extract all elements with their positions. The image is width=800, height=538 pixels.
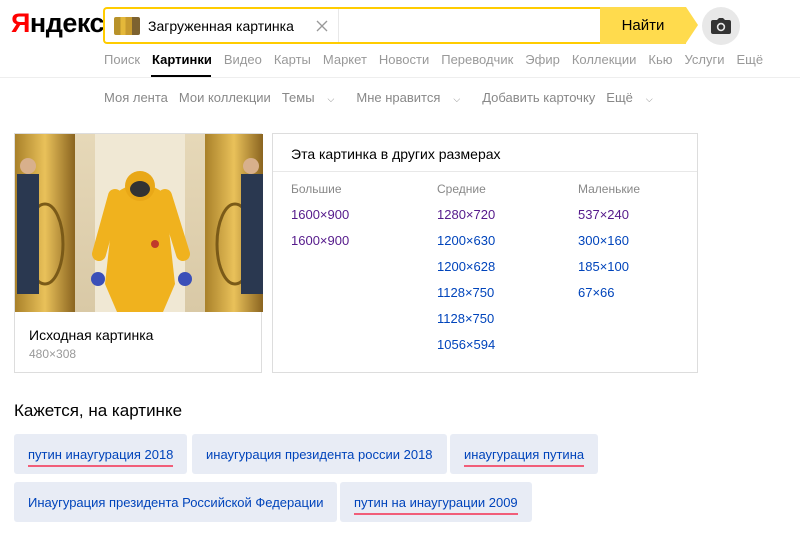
search-button[interactable]: Найти <box>600 7 698 44</box>
nav-maps[interactable]: Карты <box>274 52 311 67</box>
nav-services[interactable]: Услуги <box>685 52 725 67</box>
nav-active-indicator <box>151 75 211 77</box>
original-image-size: 480×308 <box>29 347 77 361</box>
subnav-add-card[interactable]: Добавить карточку <box>482 90 595 105</box>
tag-chip[interactable]: инаугурация президента россии 2018 <box>192 434 447 474</box>
nav-q[interactable]: Кью <box>648 52 672 67</box>
size-link[interactable]: 1128×750 <box>437 280 495 306</box>
original-image[interactable] <box>15 134 263 312</box>
nav-video[interactable]: Видео <box>224 52 262 67</box>
size-link[interactable]: 537×240 <box>578 202 640 228</box>
uploaded-image-thumbnail <box>114 16 140 35</box>
subnav-collections[interactable]: Мои коллекции <box>179 90 271 105</box>
tag-label: путин инаугурация 2018 <box>28 446 174 467</box>
nav-market[interactable]: Маркет <box>323 52 367 67</box>
small-sizes-label: Маленькие <box>578 182 640 196</box>
nav-translate[interactable]: Переводчик <box>441 52 513 67</box>
chevron-down-icon: ⌵ <box>327 94 335 104</box>
size-link[interactable]: 1280×720 <box>437 202 495 228</box>
images-subnav: Моя лента Мои коллекции Темы ⌵ Мне нравит… <box>104 90 675 105</box>
camera-search-button[interactable] <box>702 7 740 45</box>
tag-label: Инаугурация президента Российской Федера… <box>28 494 324 510</box>
medium-sizes-label: Средние <box>437 182 486 196</box>
camera-icon <box>711 18 731 34</box>
subnav-feed[interactable]: Моя лента <box>104 90 168 105</box>
size-link[interactable]: 67×66 <box>578 280 640 306</box>
nav-more[interactable]: Ещё <box>736 52 763 67</box>
tag-chip[interactable]: инаугурация путина <box>450 434 599 474</box>
size-link[interactable]: 300×160 <box>578 228 640 254</box>
other-sizes-divider <box>273 171 697 172</box>
tags-heading: Кажется, на картинке <box>14 401 183 420</box>
size-link[interactable]: 1200×630 <box>437 228 495 254</box>
uploaded-image-chip[interactable]: Загруженная картинка <box>105 9 339 42</box>
nav-efir[interactable]: Эфир <box>525 52 560 67</box>
search-bar: Загруженная картинка Найти <box>103 7 698 44</box>
other-sizes-title: Эта картинка в других размерах <box>291 146 501 162</box>
tag-chip[interactable]: путин на инаугурации 2009 <box>340 482 532 522</box>
size-link[interactable]: 1600×900 <box>291 228 349 254</box>
search-input[interactable]: Загруженная картинка <box>103 7 600 44</box>
original-image-title[interactable]: Исходная картинка <box>29 327 153 343</box>
size-link[interactable]: 1128×750 <box>437 306 495 332</box>
nav-images[interactable]: Картинки <box>152 52 212 67</box>
subnav-themes[interactable]: Темы ⌵ <box>282 90 346 105</box>
nav-collections[interactable]: Коллекции <box>572 52 637 67</box>
original-image-card[interactable]: Исходная картинка 480×308 <box>14 133 263 373</box>
subnav-likes[interactable]: Мне нравится ⌵ <box>356 90 471 105</box>
size-link[interactable]: 1600×900 <box>291 202 349 228</box>
tag-chip[interactable]: Инаугурация президента Российской Федера… <box>14 482 338 522</box>
tag-chip[interactable]: путин инаугурация 2018 <box>14 434 188 474</box>
other-sizes-card: Эта картинка в других размерах Большие 1… <box>272 133 698 373</box>
yandex-logo[interactable]: Яндекс <box>11 8 105 39</box>
nav-search[interactable]: Поиск <box>104 52 140 67</box>
size-link[interactable]: 185×100 <box>578 254 640 280</box>
medium-sizes-column: Средние 1280×720 1200×630 1200×628 1128×… <box>437 182 495 358</box>
size-link[interactable]: 1056×594 <box>437 332 495 358</box>
close-icon[interactable] <box>316 17 328 35</box>
large-sizes-label: Большие <box>291 182 342 196</box>
tag-label: инаугурация путина <box>464 446 585 467</box>
nav-news[interactable]: Новости <box>379 52 429 67</box>
size-link[interactable]: 1200×628 <box>437 254 495 280</box>
large-sizes-column: Большие 1600×900 1600×900 <box>291 182 349 254</box>
uploaded-image-label: Загруженная картинка <box>148 17 294 34</box>
nav-divider <box>0 77 800 78</box>
subnav-more[interactable]: Ещё ⌵ <box>606 90 663 105</box>
chevron-down-icon: ⌵ <box>645 94 653 104</box>
small-sizes-column: Маленькие 537×240 300×160 185×100 67×66 <box>578 182 640 306</box>
service-nav: Поиск Картинки Видео Карты Маркет Новост… <box>104 52 775 67</box>
chevron-down-icon: ⌵ <box>453 94 461 104</box>
tag-label: путин на инаугурации 2009 <box>354 494 518 515</box>
tag-label: инаугурация президента россии 2018 <box>206 446 433 462</box>
